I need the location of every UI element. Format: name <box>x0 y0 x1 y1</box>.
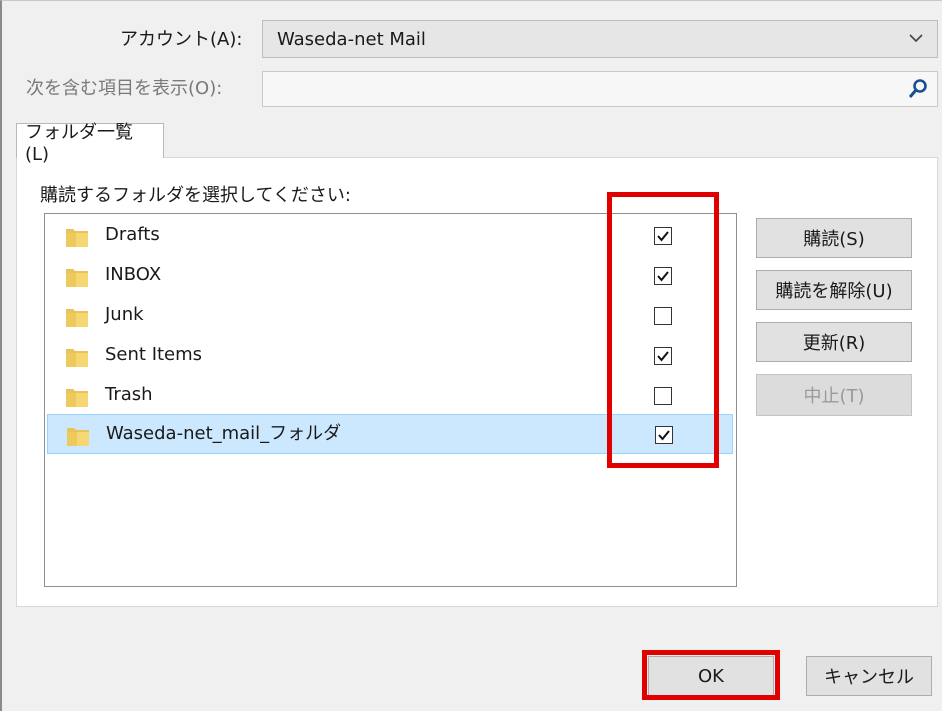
folder-icon <box>66 389 88 407</box>
folder-icon <box>66 309 88 327</box>
folder-name: Junk <box>105 304 144 325</box>
chevron-down-icon <box>909 34 923 43</box>
cancel-label: キャンセル <box>824 667 914 688</box>
folder-name: Trash <box>105 384 153 405</box>
refresh-button[interactable]: 更新(R) <box>756 322 912 362</box>
stop-label: 中止(T) <box>803 386 865 407</box>
list-heading: 購読するフォルダを選択してください: <box>40 185 351 206</box>
folder-icon <box>66 269 88 287</box>
account-label: アカウント(A): <box>120 29 243 50</box>
folder-name: Sent Items <box>105 344 203 365</box>
ok-highlight <box>642 650 780 700</box>
cancel-button[interactable]: キャンセル <box>806 656 932 696</box>
folder-name: INBOX <box>105 264 162 285</box>
stop-button[interactable]: 中止(T) <box>756 374 912 416</box>
filter-label: 次を含む項目を表示(O): <box>26 78 223 99</box>
tab-folder-list[interactable]: フォルダ一覧(L) <box>16 122 164 165</box>
subscribe-button[interactable]: 購読(S) <box>756 218 912 258</box>
refresh-label: 更新(R) <box>802 333 866 354</box>
filter-input[interactable] <box>262 71 938 107</box>
tab-label: フォルダ一覧(L) <box>25 121 133 165</box>
subscribe-label: 購読(S) <box>803 229 865 250</box>
unsubscribe-button[interactable]: 購読を解除(U) <box>756 270 912 310</box>
folder-icon <box>67 428 89 446</box>
search-icon[interactable] <box>907 78 929 100</box>
folder-name: Drafts <box>105 224 160 245</box>
folder-icon <box>66 229 88 247</box>
account-value: Waseda-net Mail <box>277 28 426 50</box>
checkbox-highlight <box>607 192 719 468</box>
account-dropdown[interactable]: Waseda-net Mail <box>262 20 938 58</box>
unsubscribe-label: 購読を解除(U) <box>775 281 893 302</box>
folder-name: Waseda-net_mail_フォルダ <box>106 423 342 444</box>
folder-icon <box>66 349 88 367</box>
